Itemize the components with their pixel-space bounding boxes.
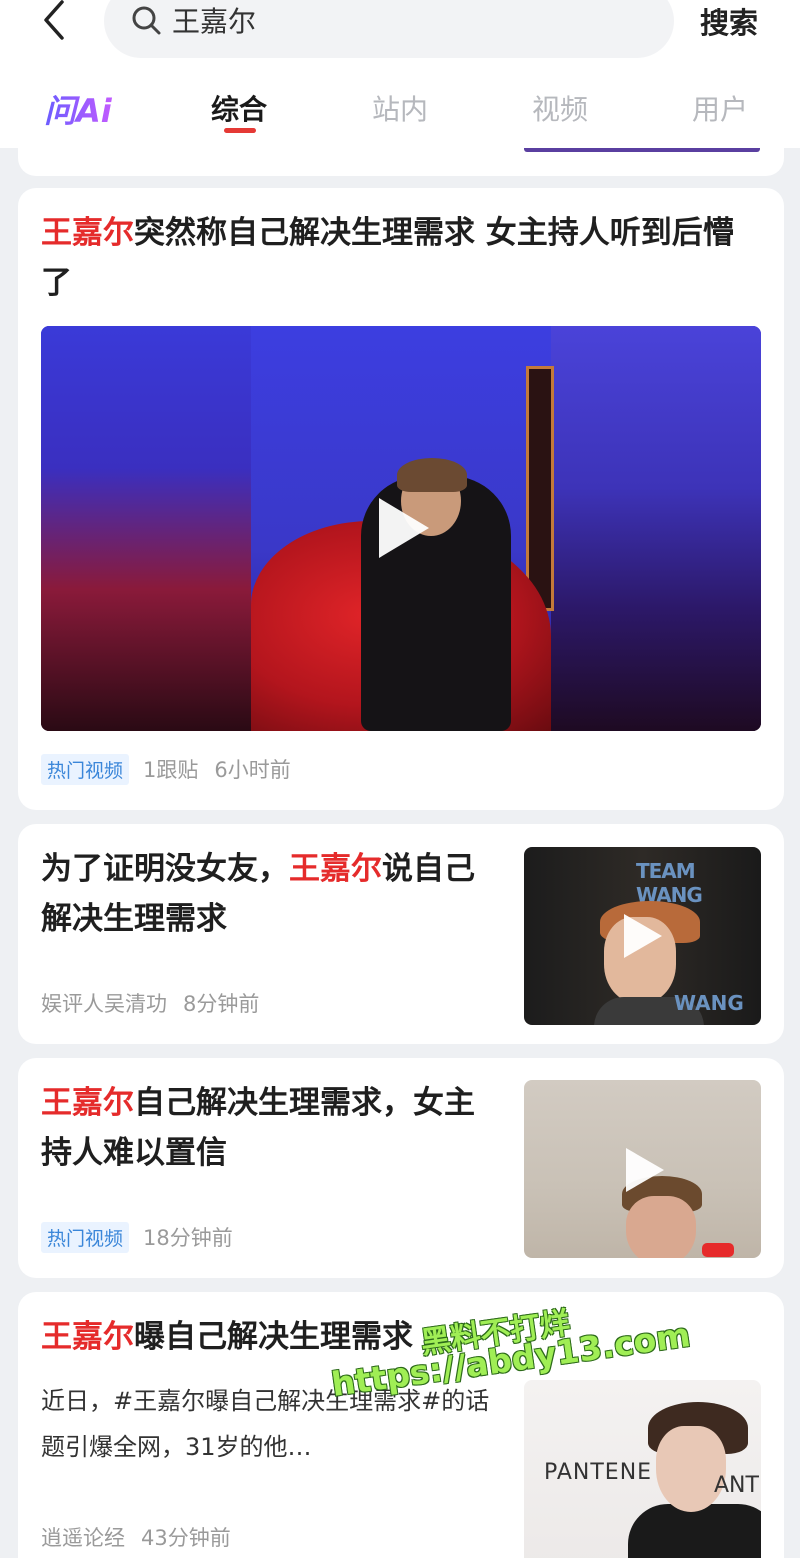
source-name: 娱评人吴清功 bbox=[41, 992, 167, 1016]
result-tabs: 问Ai 综合 站内 视频 用户 bbox=[0, 84, 800, 134]
person-body bbox=[628, 1504, 761, 1558]
result-meta: 娱评人吴清功 8分钟前 bbox=[41, 988, 275, 1018]
result-meta: 热门视频 18分钟前 bbox=[41, 1222, 249, 1253]
result-meta: 热门视频 1跟贴 6小时前 bbox=[41, 754, 307, 785]
timestamp: 18分钟前 bbox=[143, 1226, 233, 1250]
result-summary: 近日，#王嘉尔曝自己解决生理需求#的话题引爆全网，31岁的他… bbox=[41, 1387, 490, 1461]
keyword-highlight: 王嘉尔 bbox=[41, 215, 134, 251]
search-icon bbox=[132, 6, 161, 35]
video-blur-right bbox=[551, 326, 761, 731]
active-tab-indicator bbox=[224, 128, 256, 133]
ask-ai-tab[interactable]: 问Ai bbox=[44, 86, 112, 132]
search-button[interactable]: 搜索 bbox=[700, 0, 758, 42]
tab-users[interactable]: 用户 bbox=[692, 88, 748, 128]
timestamp: 43分钟前 bbox=[141, 1526, 231, 1550]
tab-video[interactable]: 视频 bbox=[532, 88, 588, 128]
result-title[interactable]: 为了证明没女友，王嘉尔说自己解决生理需求 bbox=[41, 844, 481, 944]
result-title[interactable]: 王嘉尔自己解决生理需求，女主持人难以置信 bbox=[41, 1078, 481, 1178]
red-sticker bbox=[702, 1243, 734, 1257]
result-title[interactable]: 王嘉尔突然称自己解决生理需求 女主持人听到后懵了 bbox=[41, 208, 761, 308]
result-card-2[interactable]: 为了证明没女友，王嘉尔说自己解决生理需求 娱评人吴清功 8分钟前 TEAM WAN… bbox=[18, 824, 784, 1044]
result-card-4[interactable]: 王嘉尔曝自己解决生理需求 近日，#王嘉尔曝自己解决生理需求#的话题引爆全网，31… bbox=[18, 1292, 784, 1558]
video-thumbnail[interactable] bbox=[524, 1080, 761, 1258]
back-button[interactable] bbox=[34, 0, 74, 40]
reply-count: 1跟贴 bbox=[143, 758, 199, 782]
previous-result-thumbnail bbox=[524, 148, 760, 152]
keyword-highlight: 王嘉尔 bbox=[289, 851, 382, 887]
play-icon[interactable] bbox=[379, 498, 429, 558]
play-icon[interactable] bbox=[624, 914, 662, 958]
tab-comprehensive[interactable]: 综合 bbox=[211, 88, 267, 128]
timestamp: 6小时前 bbox=[214, 758, 291, 782]
thumbnail-text-right: ANT bbox=[714, 1473, 759, 1498]
result-card-1[interactable]: 王嘉尔突然称自己解决生理需求 女主持人听到后懵了 热门视频 1跟贴 6小时前 bbox=[18, 188, 784, 810]
title-text: 突然称自己解决生理需求 女主持人听到后懵了 bbox=[41, 215, 734, 301]
top-bar: 王嘉尔 搜索 问Ai 综合 站内 视频 用户 bbox=[0, 0, 800, 148]
result-meta: 逍遥论经 43分钟前 bbox=[41, 1522, 247, 1552]
thumbnail-text-left: PANTENE bbox=[544, 1460, 653, 1485]
keyword-highlight: 王嘉尔 bbox=[41, 1085, 134, 1121]
result-title[interactable]: 王嘉尔曝自己解决生理需求 bbox=[41, 1312, 761, 1362]
hot-video-badge: 热门视频 bbox=[41, 754, 130, 785]
video-thumbnail[interactable] bbox=[41, 326, 761, 731]
tab-on-site[interactable]: 站内 bbox=[372, 88, 428, 128]
keyword-highlight: 王嘉尔 bbox=[41, 1319, 134, 1355]
previous-result-card[interactable] bbox=[18, 148, 784, 176]
person-face bbox=[656, 1426, 726, 1512]
search-query-text: 王嘉尔 bbox=[172, 5, 257, 38]
person-face bbox=[626, 1196, 696, 1258]
play-icon[interactable] bbox=[626, 1148, 664, 1192]
hot-video-badge: 热门视频 bbox=[41, 1222, 130, 1253]
chevron-left-icon bbox=[44, 0, 64, 40]
title-text: 曝自己解决生理需求 bbox=[134, 1319, 413, 1355]
result-card-3[interactable]: 王嘉尔自己解决生理需求，女主持人难以置信 热门视频 18分钟前 bbox=[18, 1058, 784, 1278]
title-text-prefix: 为了证明没女友， bbox=[41, 851, 289, 887]
door bbox=[526, 366, 554, 611]
thumbnail-text-bottom: WANG bbox=[674, 991, 744, 1015]
person-hair bbox=[397, 458, 467, 492]
video-thumbnail[interactable]: TEAM WANG WANG bbox=[524, 847, 761, 1025]
search-input[interactable]: 王嘉尔 bbox=[104, 0, 674, 58]
timestamp: 8分钟前 bbox=[183, 992, 260, 1016]
source-name: 逍遥论经 bbox=[41, 1526, 125, 1550]
article-thumbnail[interactable]: PANTENE ANT bbox=[524, 1380, 761, 1558]
thumbnail-text-top: TEAM WANG bbox=[636, 859, 703, 907]
video-blur-left bbox=[41, 326, 251, 731]
